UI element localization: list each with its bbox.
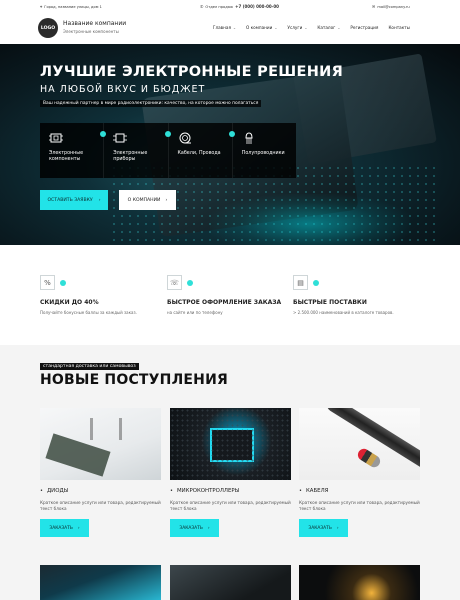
cable-coil-icon <box>178 132 194 146</box>
sales-phone[interactable]: ✆ Отдел продаж +7 (000) 000-00-00 <box>200 4 279 9</box>
category-label: Кабели, Провода <box>177 151 221 156</box>
chevron-down-icon: ⌄ <box>274 25 278 30</box>
transistor-icon <box>242 132 258 146</box>
product-image-cables[interactable] <box>299 408 420 480</box>
email[interactable]: ✉ mail@company.ru <box>372 4 410 9</box>
product-card-microcontrollers: • МИКРОКОНТРОЛЛЕРЫ Краткое описание услуг… <box>170 408 291 538</box>
company-name: Название компании <box>63 20 127 27</box>
new-arrivals-section: стандартная доставка или самовывоз НОВЫЕ… <box>0 345 460 600</box>
main-nav: Главная ⌄ О компании ⌄ Услуги ⌄ Каталог ⌄ Ре… <box>213 25 410 30</box>
order-button[interactable]: ЗАКАЗАТЬ › <box>40 519 89 538</box>
arrow-right-icon: › <box>98 197 101 203</box>
nav-item-home[interactable]: Главная ⌄ <box>213 25 236 30</box>
accent-dot <box>187 280 193 286</box>
accent-dot <box>60 280 66 286</box>
phone-number[interactable]: +7 (000) 000-00-00 <box>235 4 279 9</box>
nav-item-services[interactable]: Услуги ⌄ <box>287 25 307 30</box>
arrivals-title: НОВЫЕ ПОСТУПЛЕНИЯ <box>40 372 228 388</box>
nav-item-about[interactable]: О компании ⌄ <box>246 25 277 30</box>
product-name[interactable]: • ДИОДЫ <box>40 488 161 494</box>
hero-tagline: Ваш надежный партнер в мире радиоэлектро… <box>40 100 262 107</box>
product-desc: Краткое описание услуги или товара, реда… <box>299 500 420 512</box>
nav-item-registration[interactable]: Регистрация <box>350 25 378 30</box>
feature-title: БЫСТРОЕ ОФОРМЛЕНИЕ ЗАКАЗА <box>167 299 282 306</box>
arrow-right-icon: › <box>165 197 168 203</box>
hero-title: ЛУЧШИЕ ЭЛЕКТРОННЫЕ РЕШЕНИЯ <box>40 64 344 80</box>
logo[interactable]: LOGO <box>38 18 58 38</box>
arrivals-tag: стандартная доставка или самовывоз <box>40 363 139 370</box>
product-desc: Краткое описание услуги или товара, реда… <box>40 500 161 512</box>
bullet-icon: • <box>40 488 43 494</box>
product-card-cables: • КАБЕЛЯ Краткое описание услуги или това… <box>299 408 420 538</box>
ic-chip-icon <box>49 132 65 146</box>
feature-desc: на сайте или по телефону <box>167 310 223 315</box>
about-company-button[interactable]: О КОМПАНИИ › <box>119 190 176 210</box>
nav-item-contacts[interactable]: Контакты <box>388 25 410 30</box>
bullet-icon: • <box>299 488 302 494</box>
hero-subtitle: НА ЛЮБОЙ ВКУС И БЮДЖЕТ <box>40 84 206 95</box>
product-image-diodes[interactable] <box>40 408 161 480</box>
location-pin-icon: ⌖ <box>40 4 43 9</box>
hero-bg-glow <box>210 194 410 245</box>
features-section: % СКИДКИ ДО 40% Получайте бонусные баллы… <box>0 245 460 345</box>
category-electronic-devices[interactable]: Электронные приборы <box>104 123 171 178</box>
product-name[interactable]: • МИКРОКОНТРОЛЛЕРЫ <box>170 488 291 494</box>
product-image-next-3[interactable] <box>299 565 420 600</box>
category-label: Полупроводники <box>241 151 285 156</box>
order-button[interactable]: ЗАКАЗАТЬ › <box>299 519 348 538</box>
product-image-next-1[interactable] <box>40 565 161 600</box>
category-cables[interactable]: Кабели, Провода <box>169 123 235 178</box>
feature-discounts: % СКИДКИ ДО 40% Получайте бонусные баллы… <box>40 275 160 315</box>
feature-title: БЫСТРЫЕ ПОСТАВКИ <box>293 299 367 306</box>
chevron-down-icon: ⌄ <box>232 25 236 30</box>
header: ⌖ Город, название улицы, дом 1 ✆ Отдел п… <box>0 0 460 44</box>
feature-title: СКИДКИ ДО 40% <box>40 299 99 306</box>
order-button[interactable]: ЗАКАЗАТЬ › <box>170 519 219 538</box>
mail-icon: ✉ <box>372 4 376 9</box>
chevron-down-icon: ⌄ <box>304 25 308 30</box>
category-strip: Электронные компоненты Электронные прибо… <box>40 123 296 178</box>
arrow-right-icon: › <box>207 525 210 531</box>
category-label: Электронные приборы <box>113 151 148 162</box>
bullet-icon: • <box>170 488 173 494</box>
product-card-diodes: • ДИОДЫ Краткое описание услуги или товар… <box>40 408 161 538</box>
category-label: Электронные компоненты <box>49 151 84 162</box>
ic-board-icon <box>113 132 129 146</box>
email-text[interactable]: mail@company.ru <box>377 5 409 9</box>
phone-icon: ✆ <box>200 4 204 9</box>
percent-icon: % <box>40 275 55 290</box>
product-name[interactable]: • КАБЕЛЯ <box>299 488 420 494</box>
hero-banner: ЛУЧШИЕ ЭЛЕКТРОННЫЕ РЕШЕНИЯ НА ЛЮБОЙ ВКУС… <box>0 44 460 245</box>
phone-cart-icon: ☏ <box>167 275 182 290</box>
product-image-next-2[interactable] <box>170 565 291 600</box>
arrow-right-icon: › <box>77 525 80 531</box>
nav-item-catalog[interactable]: Каталог ⌄ <box>317 25 340 30</box>
chevron-down-icon: ⌄ <box>337 25 341 30</box>
feature-desc: > 2.500.000 наименований в каталоге това… <box>293 310 394 315</box>
company-subtitle: Электронные компоненты <box>63 29 119 34</box>
feature-fast-order: ☏ БЫСТРОЕ ОФОРМЛЕНИЕ ЗАКАЗА на сайте или… <box>167 275 287 315</box>
feature-desc: Получайте бонусные баллы за каждый заказ… <box>40 310 137 315</box>
arrow-right-icon: › <box>336 525 339 531</box>
sales-label: Отдел продаж <box>205 4 234 9</box>
catalog-icon: ▤ <box>293 275 308 290</box>
feature-fast-delivery: ▤ БЫСТРЫЕ ПОСТАВКИ > 2.500.000 наименова… <box>293 275 413 315</box>
category-electronic-components[interactable]: Электронные компоненты <box>40 123 107 178</box>
leave-request-button[interactable]: ОСТАВИТЬ ЗАЯВКУ › <box>40 190 108 210</box>
address-text: Город, название улицы, дом 1 <box>44 4 102 9</box>
category-semiconductors[interactable]: Полупроводники <box>233 123 296 178</box>
accent-dot <box>313 280 319 286</box>
product-desc: Краткое описание услуги или товара, реда… <box>170 500 291 512</box>
product-image-microcontrollers[interactable] <box>170 408 291 480</box>
address: ⌖ Город, название улицы, дом 1 <box>40 4 102 9</box>
